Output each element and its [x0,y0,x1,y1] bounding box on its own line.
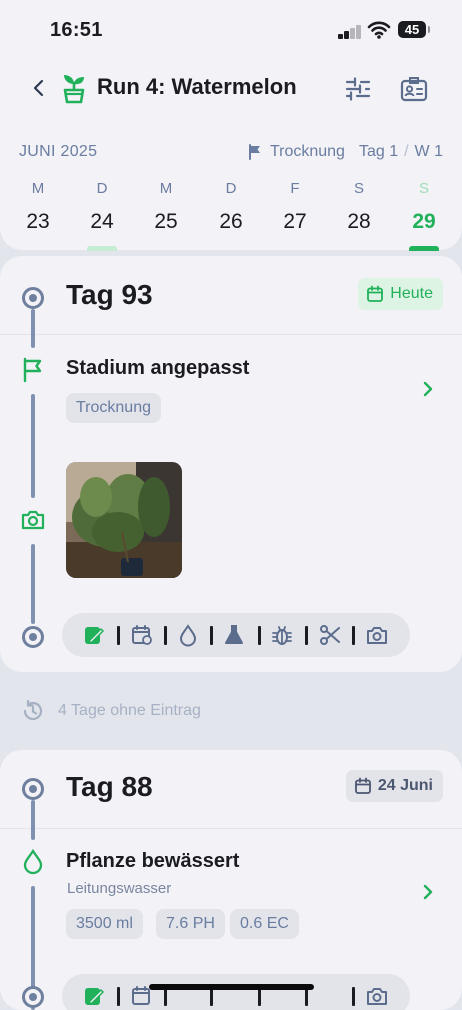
empty-days-notice: 4 Tage ohne Eintrag [20,696,201,726]
navigation-bar: Run 4: Watermelon [0,60,462,116]
plant-pot-icon [63,75,85,104]
weekday-label: D [96,180,108,197]
stage-chip: Trocknung [66,393,161,423]
water-drop-icon [23,848,43,875]
weekday-label: S [353,180,364,197]
edit-note-icon[interactable] [82,984,106,1008]
ph-chip: 7.6 PH [156,909,225,939]
entry-title[interactable]: Pflanze bewässert [66,850,239,873]
timeline-node [22,287,44,309]
battery-icon: 45 [398,21,430,38]
empty-days-text: 4 Tage ohne Eintrag [58,702,201,719]
weekday-label: M [159,180,173,197]
home-indicator[interactable] [149,984,314,990]
toolbar-separator [352,987,355,1006]
toolbar-separator [352,626,355,645]
cellular-signal-icon [338,24,364,39]
plant-id-card-icon[interactable] [398,74,430,104]
separator: / [404,143,409,160]
wifi-icon [367,21,391,39]
date-number: 28 [347,210,371,233]
today-badge: Heute [358,278,443,310]
chevron-right-icon[interactable] [420,882,436,902]
timeline-node [22,778,44,800]
date-badge: 24 Juni [345,770,443,802]
date-number: 23 [26,210,50,233]
day-cell[interactable]: D 24 [70,178,134,251]
weekday-label: S [418,180,429,197]
day-cell[interactable]: S 28 [327,178,391,234]
date-number: 26 [219,210,243,233]
bug-icon[interactable] [270,623,294,647]
calendar-repeat-icon[interactable] [130,623,154,647]
day-cell-today[interactable]: S 29 [392,178,456,251]
day-card-header: Tag 88 24 Juni [0,750,462,829]
flag-icon [23,357,42,383]
date-label: 24 Juni [377,777,433,794]
date-number: 29 [412,210,436,233]
today-indicator [409,246,439,251]
date-number: 25 [154,210,178,233]
calendar-month: JUNI 2025 [19,143,98,160]
toolbar-separator [305,626,308,645]
day-card: Tag 88 24 Juni Pflanze bewässert Leitung… [0,750,462,1010]
timeline-line [31,394,35,498]
timeline-line [31,309,35,348]
camera-icon [21,510,45,530]
week-counter: W 1 [414,143,443,160]
toolbar-separator [164,626,167,645]
status-time: 16:51 [50,19,103,41]
weekday-label: F [290,180,300,197]
day-title: Tag 93 [66,279,153,310]
flask-icon[interactable] [222,623,246,647]
plant-photo[interactable] [66,462,182,578]
toolbar-separator [258,626,261,645]
today-label: Heute [390,285,433,302]
toolbar-separator [210,626,213,645]
page-title: Run 4: Watermelon [97,74,297,99]
timeline-node [22,626,44,648]
plant-photo-image [66,462,182,578]
day-title: Tag 88 [66,771,153,802]
filter-sliders-icon[interactable] [342,74,374,104]
day-card: Tag 93 Heute Stadium angepasst Trocknung [0,256,462,672]
timeline-line [31,800,35,840]
entry-title[interactable]: Stadium angepasst [66,357,249,380]
chevron-right-icon[interactable] [420,379,436,399]
water-drop-icon[interactable] [176,623,200,647]
day-cell[interactable]: F 27 [263,178,327,234]
date-number: 27 [283,210,307,233]
weekday-label: D [225,180,237,197]
toolbar-separator [117,626,120,645]
entry-subtitle: Leitungswasser [67,880,172,897]
calendar-icon [367,285,384,302]
timeline-node [22,986,44,1008]
day-cell[interactable]: D 26 [199,178,263,234]
week-strip: M 23 D 24 M 25 D 26 F 27 S 28 S 29 [6,178,456,251]
weekday-label: M [31,180,45,197]
date-number: 24 [90,210,114,233]
edit-note-icon[interactable] [82,623,106,647]
entry-toolbar [62,974,410,1010]
toolbar-separator [117,987,120,1006]
entry-indicator [87,246,117,251]
timeline-line [31,544,35,624]
flag-icon [248,144,260,160]
history-icon [23,699,43,721]
stage-indicator[interactable]: Trocknung Tag 1 / W 1 [248,143,443,161]
day-cell[interactable]: M 25 [134,178,198,234]
camera-icon[interactable] [365,623,389,647]
day-counter: Tag 1 [358,143,399,160]
ec-chip: 0.6 EC [230,909,299,939]
calendar-icon [354,777,371,794]
day-card-header: Tag 93 Heute [0,256,462,335]
stage-label: Trocknung [269,143,345,160]
volume-chip: 3500 ml [66,909,143,939]
day-cell[interactable]: M 23 [6,178,70,234]
status-bar: 16:51 45 [0,0,462,60]
scissors-icon[interactable] [318,623,342,647]
camera-icon[interactable] [365,984,389,1008]
entry-toolbar [62,613,410,657]
back-chevron-icon[interactable] [28,76,50,100]
